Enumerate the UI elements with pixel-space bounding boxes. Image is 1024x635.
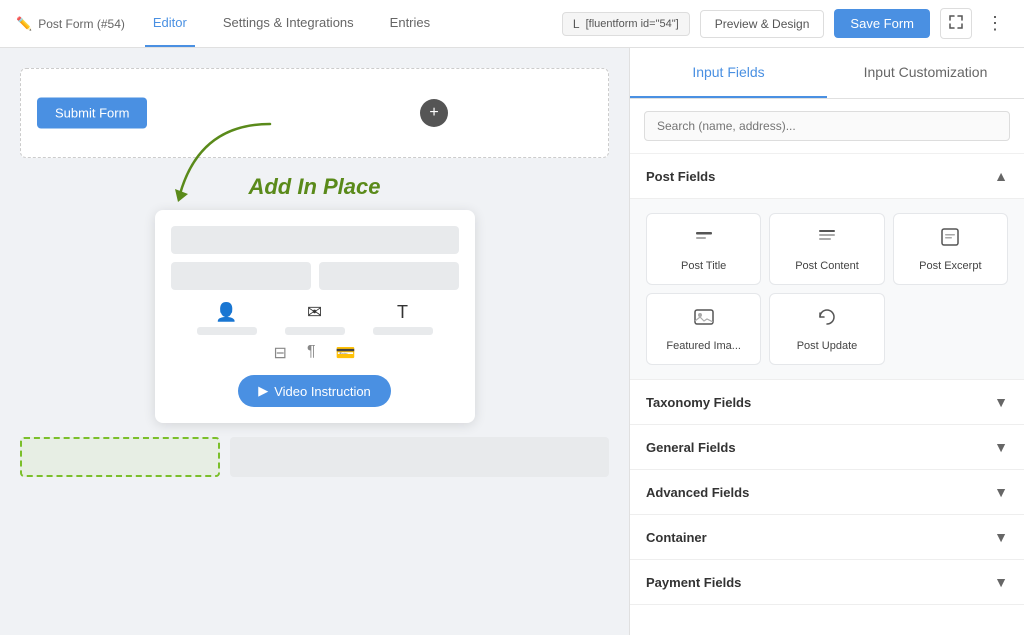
save-button[interactable]: Save Form	[834, 9, 930, 38]
search-box	[630, 99, 1024, 154]
person-icon: 👤	[215, 302, 237, 323]
search-input[interactable]	[644, 111, 1010, 141]
mock-icon-col-2: ✉	[285, 302, 345, 335]
general-fields-label: General Fields	[646, 440, 736, 455]
tab-input-customization[interactable]: Input Customization	[827, 48, 1024, 98]
mock-icon-col-1: 👤	[197, 302, 257, 335]
mock-line-3	[373, 327, 433, 335]
general-chevron: ▼	[994, 439, 1008, 455]
post-content-icon	[816, 226, 838, 254]
text-icon: T	[397, 302, 408, 323]
bottom-area	[20, 437, 609, 485]
left-panel: Submit Form + Add In Place 👤	[0, 48, 629, 635]
mock-line-1	[197, 327, 257, 335]
post-update-icon	[816, 306, 838, 334]
container-chevron: ▼	[994, 529, 1008, 545]
paragraph-icon: ¶	[307, 343, 316, 363]
email-icon: ✉	[307, 302, 322, 323]
advanced-chevron: ▼	[994, 484, 1008, 500]
mock-field-2b	[319, 262, 459, 290]
submit-form-button[interactable]: Submit Form	[37, 98, 147, 129]
payment-chevron: ▼	[994, 574, 1008, 590]
brand-label: Post Form (#54)	[38, 17, 125, 31]
section-container: Container ▼	[630, 515, 1024, 560]
field-post-content[interactable]: Post Content	[769, 213, 884, 285]
right-panel: Input Fields Input Customization Post Fi…	[629, 48, 1024, 635]
bottom-field-placeholder	[230, 437, 609, 477]
mock-icon-row: 👤 ✉ T	[171, 302, 459, 335]
post-title-label: Post Title	[681, 260, 726, 272]
mock-field-row-1	[171, 262, 459, 290]
shortcode-text: [fluentform id="54"]	[586, 18, 679, 30]
mock-bottom-row: ⊟ ¶ 💳	[171, 343, 459, 363]
fullscreen-button[interactable]	[940, 8, 972, 39]
main-layout: Submit Form + Add In Place 👤	[0, 48, 1024, 635]
tab-entries[interactable]: Entries	[382, 0, 438, 47]
more-options-button[interactable]: ⋮	[982, 9, 1008, 38]
nav-left: ✏️ Post Form (#54) Editor Settings & Int…	[16, 0, 562, 47]
post-fields-grid: Post Title Post Content Post	[630, 199, 1024, 379]
field-post-update[interactable]: Post Update	[769, 293, 884, 365]
accordion-panel: Post Fields ▲ Post Title	[630, 154, 1024, 635]
section-container-header[interactable]: Container ▼	[630, 515, 1024, 559]
tab-settings[interactable]: Settings & Integrations	[215, 0, 362, 47]
mock-line-2	[285, 327, 345, 335]
tab-editor[interactable]: Editor	[145, 0, 195, 47]
section-general-fields: General Fields ▼	[630, 425, 1024, 470]
section-post-fields: Post Fields ▲ Post Title	[630, 154, 1024, 380]
add-in-place-section: Add In Place	[20, 174, 609, 200]
field-post-excerpt[interactable]: Post Excerpt	[893, 213, 1008, 285]
fullscreen-icon	[949, 15, 963, 29]
field-featured-image[interactable]: Featured Ima...	[646, 293, 761, 365]
nav-right: L [fluentform id="54"] Preview & Design …	[562, 8, 1008, 39]
mock-field-1	[171, 226, 459, 254]
section-general-fields-header[interactable]: General Fields ▼	[630, 425, 1024, 469]
shortcode-badge[interactable]: L [fluentform id="54"]	[562, 12, 690, 36]
curved-arrow	[140, 114, 300, 214]
card-icon: ⊟	[274, 343, 287, 363]
section-payment-fields: Payment Fields ▼	[630, 560, 1024, 605]
taxonomy-fields-label: Taxonomy Fields	[646, 395, 751, 410]
shortcode-icon: L	[573, 17, 580, 31]
container-label: Container	[646, 530, 707, 545]
mock-form-card: 👤 ✉ T ⊟ ¶ 💳	[155, 210, 475, 423]
featured-image-label: Featured Ima...	[666, 340, 741, 352]
payment-fields-label: Payment Fields	[646, 575, 741, 590]
section-taxonomy-fields-header[interactable]: Taxonomy Fields ▼	[630, 380, 1024, 424]
section-advanced-fields: Advanced Fields ▼	[630, 470, 1024, 515]
video-instruction-label: Video Instruction	[274, 384, 371, 399]
green-dashed-drop-zone[interactable]	[20, 437, 220, 477]
tab-input-fields[interactable]: Input Fields	[630, 48, 827, 98]
edit-icon: ✏️	[16, 16, 32, 32]
add-in-place-label: Add In Place	[20, 174, 609, 200]
credit-card-icon: 💳	[336, 343, 356, 363]
mock-field-2a	[171, 262, 311, 290]
taxonomy-chevron: ▼	[994, 394, 1008, 410]
section-taxonomy-fields: Taxonomy Fields ▼	[630, 380, 1024, 425]
panel-tabs: Input Fields Input Customization	[630, 48, 1024, 99]
nav-brand: ✏️ Post Form (#54)	[16, 16, 125, 32]
preview-button[interactable]: Preview & Design	[700, 10, 825, 38]
post-title-icon	[693, 226, 715, 254]
add-plus-button[interactable]: +	[420, 99, 448, 127]
section-post-fields-header[interactable]: Post Fields ▲	[630, 154, 1024, 199]
post-fields-chevron-up: ▲	[994, 168, 1008, 184]
post-content-label: Post Content	[795, 260, 859, 272]
video-instruction-button[interactable]: ▶ Video Instruction	[238, 375, 391, 407]
field-post-title[interactable]: Post Title	[646, 213, 761, 285]
post-update-label: Post Update	[797, 340, 858, 352]
section-advanced-fields-header[interactable]: Advanced Fields ▼	[630, 470, 1024, 514]
mock-icon-col-3: T	[373, 302, 433, 335]
advanced-fields-label: Advanced Fields	[646, 485, 749, 500]
post-excerpt-label: Post Excerpt	[919, 260, 981, 272]
mock-form-wrapper: 👤 ✉ T ⊟ ¶ 💳	[20, 210, 609, 423]
form-area-top: Submit Form +	[20, 68, 609, 158]
top-nav: ✏️ Post Form (#54) Editor Settings & Int…	[0, 0, 1024, 48]
featured-image-icon	[693, 306, 715, 334]
post-excerpt-icon	[939, 226, 961, 254]
post-fields-label: Post Fields	[646, 169, 715, 184]
play-icon: ▶	[258, 383, 268, 399]
section-payment-fields-header[interactable]: Payment Fields ▼	[630, 560, 1024, 604]
